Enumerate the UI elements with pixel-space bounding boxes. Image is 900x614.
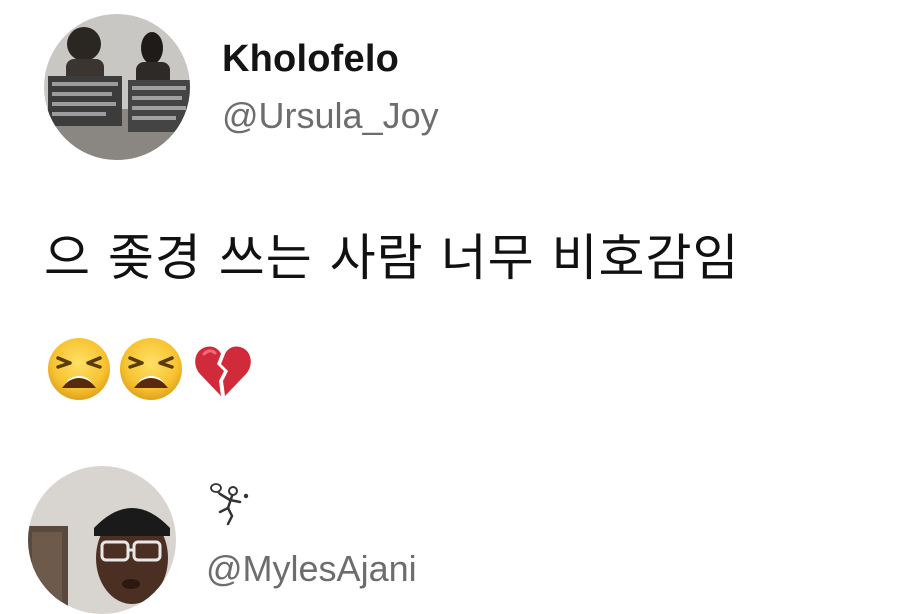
badminton-player-icon xyxy=(210,483,249,526)
display-name[interactable]: Kholofelo xyxy=(222,38,399,81)
user-handle[interactable]: @Ursula_Joy xyxy=(222,95,439,137)
tweet-mylesajani[interactable]: @MylesAjani xyxy=(0,440,900,614)
avatar-image xyxy=(44,14,190,160)
tweet-text: 으 좆경 쓰는 사람 너무 비호감임 xyxy=(44,229,740,287)
tweet-kholofelo[interactable]: Kholofelo @Ursula_Joy 으 좆경 쓰는 사람 너무 비호감임 xyxy=(0,0,900,440)
user-handle[interactable]: @MylesAjani xyxy=(206,548,417,590)
broken-heart-icon xyxy=(195,346,251,396)
avatar[interactable] xyxy=(28,466,176,614)
avatar-image xyxy=(28,466,176,614)
tired-face-icon xyxy=(120,338,182,400)
tired-face-icon xyxy=(48,338,110,400)
emoji-row xyxy=(46,336,256,400)
avatar[interactable] xyxy=(44,14,190,160)
